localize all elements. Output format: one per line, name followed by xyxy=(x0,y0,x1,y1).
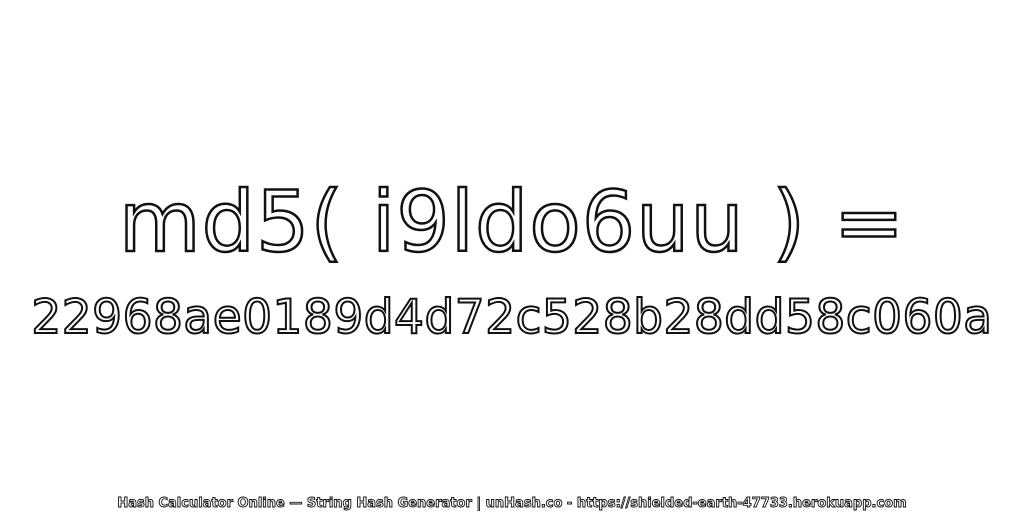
hash-result-image: md5( i9ldo6uu ) = 22968ae0189d4d72c528b2… xyxy=(0,0,1024,512)
md5-expression-heading: md5( i9ldo6uu ) = xyxy=(118,172,906,273)
site-attribution-footer: Hash Calculator Online — String Hash Gen… xyxy=(117,496,907,512)
md5-hash-value: 22968ae0189d4d72c528b28dd58c060a xyxy=(30,289,993,346)
